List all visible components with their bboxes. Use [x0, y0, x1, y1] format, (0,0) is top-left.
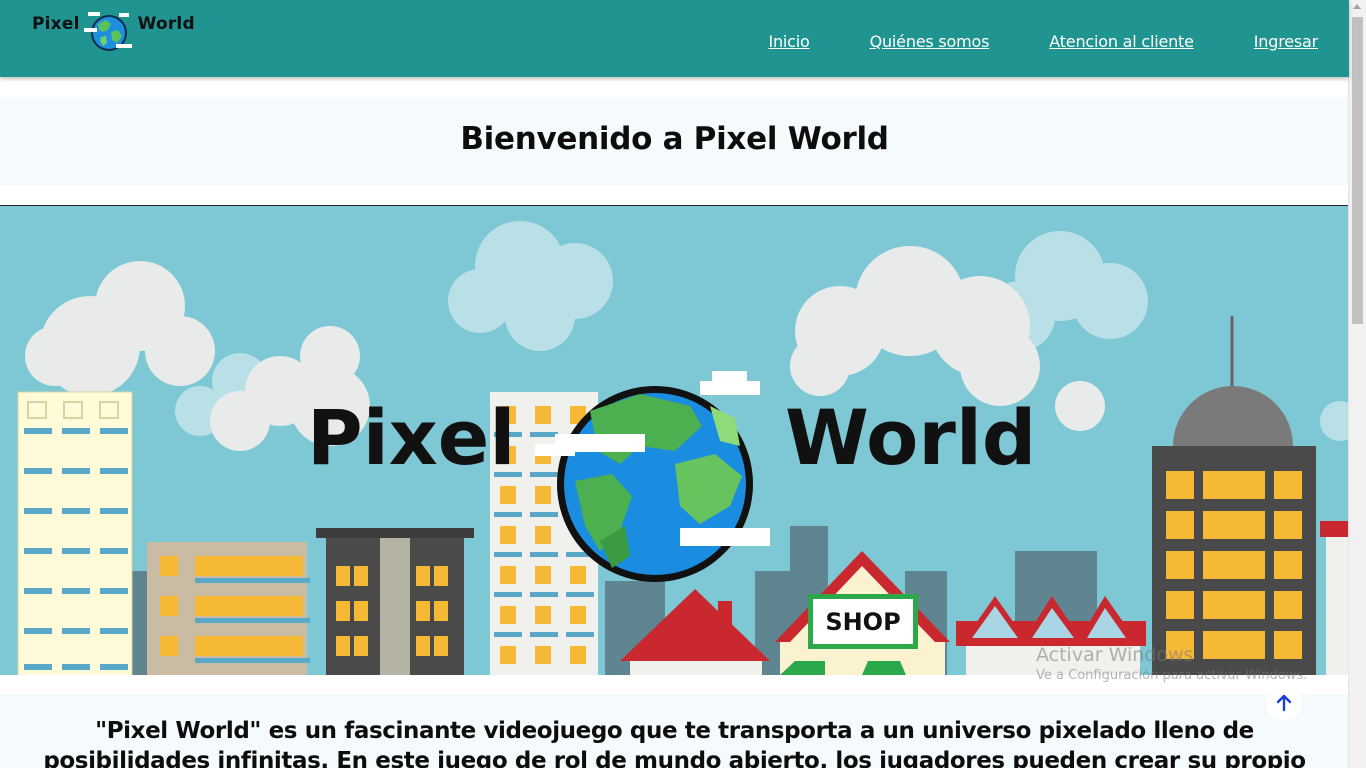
scroll-up-arrow-icon[interactable]: [1353, 4, 1361, 9]
page-scrollbar[interactable]: [1348, 0, 1366, 768]
hero-logo-world: World: [785, 393, 1036, 482]
windows-activation-watermark: Activar Windows Ve a Configuración para …: [1036, 644, 1307, 683]
hero-banner: SHOP Pixel World: [0, 205, 1349, 675]
nav-link-atencion-cliente[interactable]: Atencion al cliente: [1049, 32, 1194, 51]
back-to-top-button[interactable]: [1266, 685, 1302, 721]
brand-logo[interactable]: Pixel World: [32, 10, 195, 54]
arrow-up-icon: [1276, 694, 1292, 712]
watermark-subtitle: Ve a Configuración para activar Windows.: [1036, 668, 1308, 683]
hero-illustration: SHOP Pixel World: [0, 206, 1349, 675]
brand-word-world: World: [137, 14, 195, 34]
description-section: "Pixel World" es un fascinante videojueg…: [0, 694, 1349, 768]
brand-word-pixel: Pixel: [32, 14, 80, 34]
shop-sign: SHOP: [825, 608, 900, 636]
main-nav: Inicio Quiénes somos Atencion al cliente…: [768, 32, 1318, 51]
scrollbar-thumb[interactable]: [1352, 17, 1363, 324]
globe-icon: [83, 12, 132, 51]
nav-link-ingresar[interactable]: Ingresar: [1254, 32, 1318, 51]
nav-link-inicio[interactable]: Inicio: [768, 32, 809, 51]
nav-link-quienes-somos[interactable]: Quiénes somos: [870, 32, 990, 51]
navbar: Pixel World Inicio Quiénes somos Atencio…: [0, 0, 1349, 77]
hero-logo-pixel: Pixel: [307, 393, 515, 482]
welcome-section: Bienvenido a Pixel World: [0, 97, 1349, 185]
watermark-title: Activar Windows: [1036, 644, 1194, 666]
page-title: Bienvenido a Pixel World: [460, 121, 889, 157]
game-description: "Pixel World" es un fascinante videojueg…: [43, 718, 1306, 768]
